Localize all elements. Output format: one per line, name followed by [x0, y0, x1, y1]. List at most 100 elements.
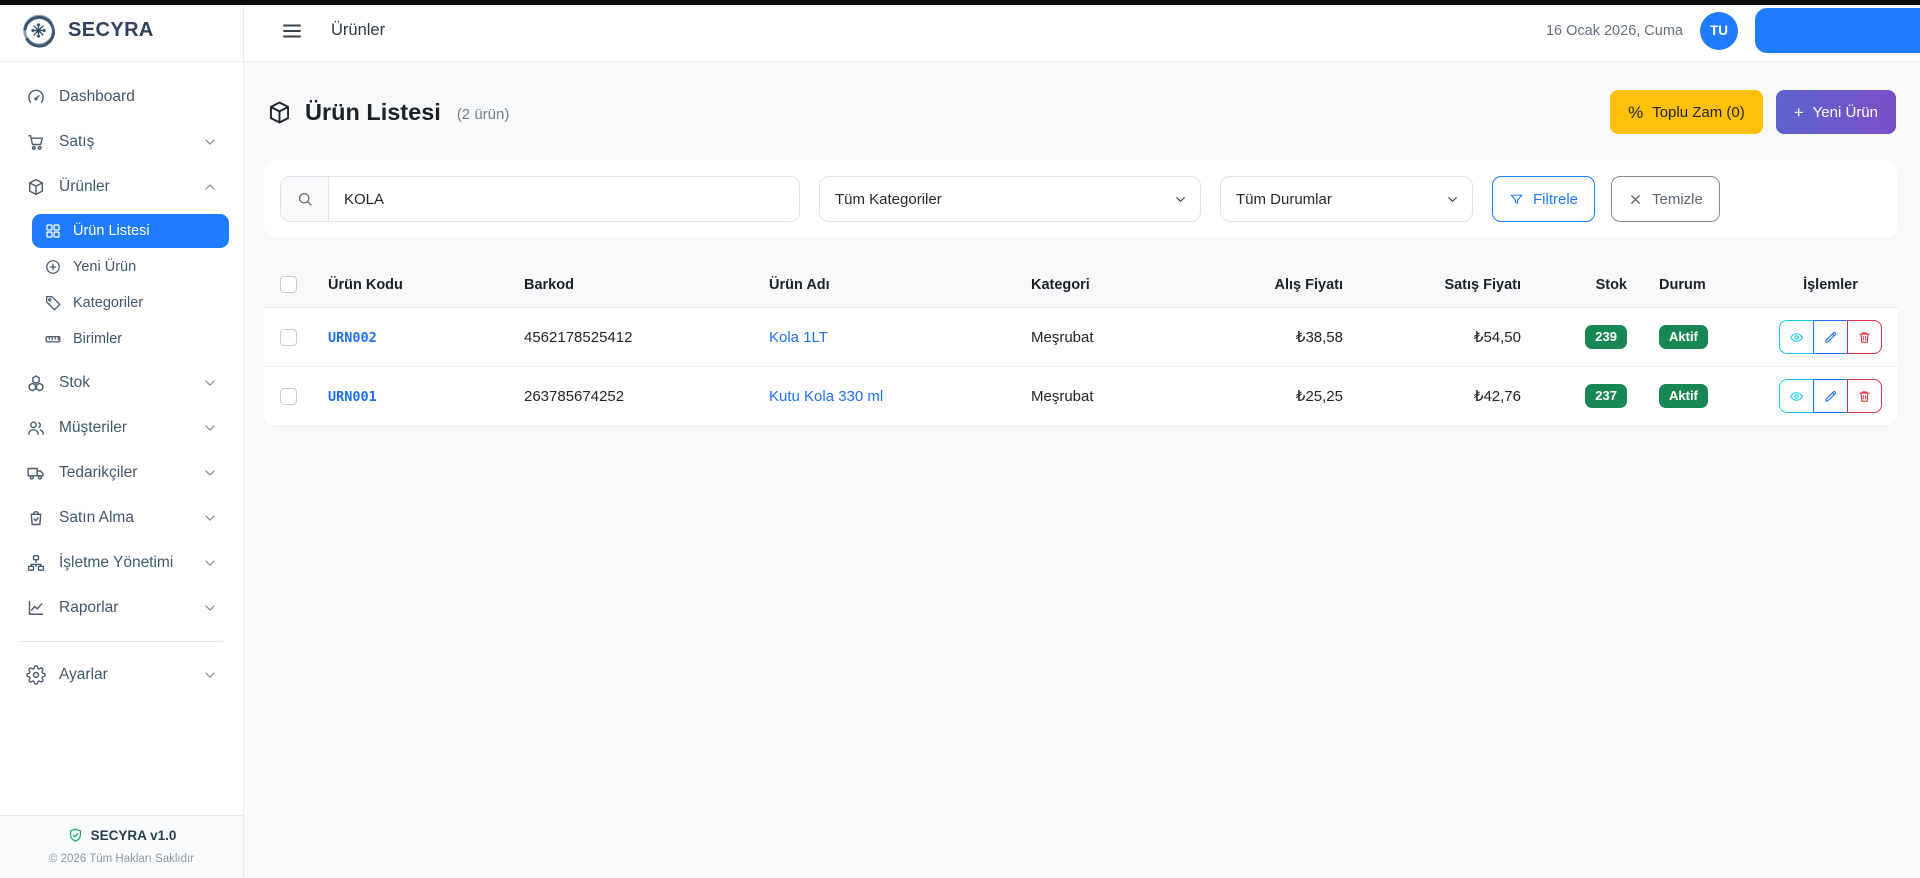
product-name-link[interactable]: Kutu Kola 330 ml [769, 388, 883, 405]
sidebar-item-satin-alma[interactable]: Satın Alma [14, 497, 229, 539]
chevron-down-icon [203, 421, 217, 435]
row-checkbox[interactable] [280, 328, 297, 346]
chevron-up-icon [203, 180, 217, 194]
current-date: 16 Ocak 2026, Cuma [1545, 22, 1683, 39]
stock-cell: 237 [1537, 366, 1643, 426]
product-code-cell: URN002 [312, 307, 508, 367]
user-avatar[interactable]: TU [1700, 11, 1738, 50]
bulk-raise-button[interactable]: % Toplu Zam (0) [1610, 90, 1763, 134]
footer-brand: SECYRA v1.0 [67, 827, 176, 844]
topbar-right: 16 Ocak 2026, Cuma TU [1546, 8, 1920, 53]
product-code-cell: URN001 [312, 366, 508, 426]
sidebar-item-ayarlar[interactable]: Ayarlar [14, 654, 229, 696]
sidebar-item-isletme-yonetimi[interactable]: İşletme Yönetimi [14, 542, 229, 584]
topbar-page-title: Ürünler [331, 21, 386, 39]
filter-button-label: Filtrele [1533, 190, 1579, 208]
view-button[interactable] [1779, 320, 1814, 354]
chevron-down-icon [1446, 193, 1459, 206]
purchase-price-cell: ₺38,58 [1183, 307, 1359, 367]
filter-button[interactable]: Filtrele [1492, 176, 1596, 222]
status-cell: Aktif [1643, 307, 1763, 367]
product-count: (2 ürün) [456, 105, 510, 123]
sidebar-item-kategoriler[interactable]: Kategoriler [32, 286, 229, 320]
chevron-down-icon [203, 556, 217, 570]
category-select[interactable]: Tüm Kategoriler [819, 176, 1201, 222]
sidebar-item-musteriler[interactable]: Müşteriler [14, 407, 229, 449]
new-product-button[interactable]: + Yeni Ürün [1775, 90, 1896, 134]
column-header: İşlemler [1763, 262, 1898, 308]
brand-name: SECYRA [68, 19, 154, 41]
product-name-link[interactable]: Kola 1LT [769, 329, 828, 346]
trash-icon [1857, 330, 1872, 345]
x-icon [1628, 192, 1643, 207]
copyright-text: © 2026 Tüm Hakları Saklıdır [48, 853, 195, 865]
column-header: Ürün Kodu [312, 262, 508, 308]
select-all-checkbox[interactable] [280, 276, 297, 293]
actions-cell [1763, 307, 1898, 367]
actions-cell [1763, 366, 1898, 426]
delete-button[interactable] [1847, 320, 1882, 354]
sidebar-footer: SECYRA v1.0 © 2026 Tüm Hakları Saklıdır [0, 815, 243, 878]
barcode-cell: 263785674252 [508, 366, 753, 426]
sidebar-item-label: İşletme Yönetimi [59, 554, 174, 571]
clear-button[interactable]: Temizle [1611, 176, 1720, 222]
app-root: SECYRA Dashboard Satış Ürünler Ürün Listesi… [0, 0, 1920, 878]
row-select-cell [264, 366, 312, 426]
sidebar-item-stok[interactable]: Stok [14, 362, 229, 404]
dashboard-icon [26, 87, 46, 107]
row-checkbox[interactable] [280, 387, 297, 405]
sidebar-item-label: Ürünler [59, 178, 110, 195]
search-input-group [280, 176, 800, 222]
delete-button[interactable] [1847, 379, 1882, 413]
product-code-link[interactable]: URN002 [328, 330, 377, 346]
edit-button[interactable] [1813, 320, 1848, 354]
chevron-down-icon [203, 376, 217, 390]
category-cell: Meşrubat [1015, 307, 1183, 367]
sidebar-item-urunler[interactable]: Ürünler [14, 166, 229, 208]
plus-circle-icon [44, 258, 62, 276]
chevron-down-icon [203, 135, 217, 149]
funnel-icon [1509, 192, 1524, 207]
bag-check-icon [26, 508, 46, 528]
table-row: URN002 4562178525412 Kola 1LT Meşrubat ₺38,5… [264, 307, 1898, 367]
sidebar-item-label: Raporlar [59, 599, 119, 616]
table-head: Ürün Kodu Barkod Ürün Adı Kategori Alış Fiya… [264, 262, 1898, 308]
table-row: URN001 263785674252 Kutu Kola 330 ml Meşrub… [264, 366, 1898, 426]
edit-button[interactable] [1813, 379, 1848, 413]
page-title-wrap: Ürün Listesi (2 ürün) [266, 99, 509, 126]
sidebar-item-label: Kategoriler [73, 295, 144, 311]
pencil-icon [1823, 330, 1838, 345]
sidebar-divider [20, 641, 223, 642]
view-button[interactable] [1779, 379, 1814, 413]
users-icon [26, 418, 46, 438]
column-header: Alış Fiyatı [1183, 262, 1359, 308]
sidebar-item-raporlar[interactable]: Raporlar [14, 587, 229, 629]
sidebar-item-birimler[interactable]: Birimler [32, 322, 229, 356]
sidebar: SECYRA Dashboard Satış Ürünler Ürün Listesi… [0, 0, 244, 878]
status-select[interactable]: Tüm Durumlar [1220, 176, 1473, 222]
sidebar-item-urun-listesi[interactable]: Ürün Listesi [32, 214, 229, 248]
sidebar-submenu: Ürün Listesi Yeni Ürün Kategoriler Birimler [14, 211, 229, 362]
search-input[interactable] [329, 177, 799, 221]
hamburger-icon[interactable] [280, 19, 304, 43]
grid-icon [44, 222, 62, 240]
cart-icon [26, 132, 46, 152]
chevron-down-icon [203, 511, 217, 525]
sale-price-cell: ₺54,50 [1359, 307, 1537, 367]
sidebar-item-dashboard[interactable]: Dashboard [14, 76, 229, 118]
topbar-action-button[interactable] [1755, 8, 1920, 53]
new-product-label: Yeni Ürün [1812, 103, 1878, 121]
gear-icon [26, 665, 46, 685]
screen-edge [0, 0, 1920, 5]
header-actions: % Toplu Zam (0) + Yeni Ürün [1610, 90, 1896, 134]
products-table-card: Ürün Kodu Barkod Ürün Adı Kategori Alış Fiya… [264, 262, 1898, 426]
sidebar-item-satis[interactable]: Satış [14, 121, 229, 163]
shield-check-icon [67, 827, 84, 844]
sidebar-item-yeni-urun[interactable]: Yeni Ürün [32, 250, 229, 284]
secyra-logo-icon [20, 12, 57, 49]
product-code-link[interactable]: URN001 [328, 389, 377, 405]
sitemap-icon [26, 553, 46, 573]
chevron-down-icon [203, 668, 217, 682]
status-select-value: Tüm Durumlar [1236, 190, 1332, 208]
sidebar-item-tedarikciler[interactable]: Tedarikçiler [14, 452, 229, 494]
